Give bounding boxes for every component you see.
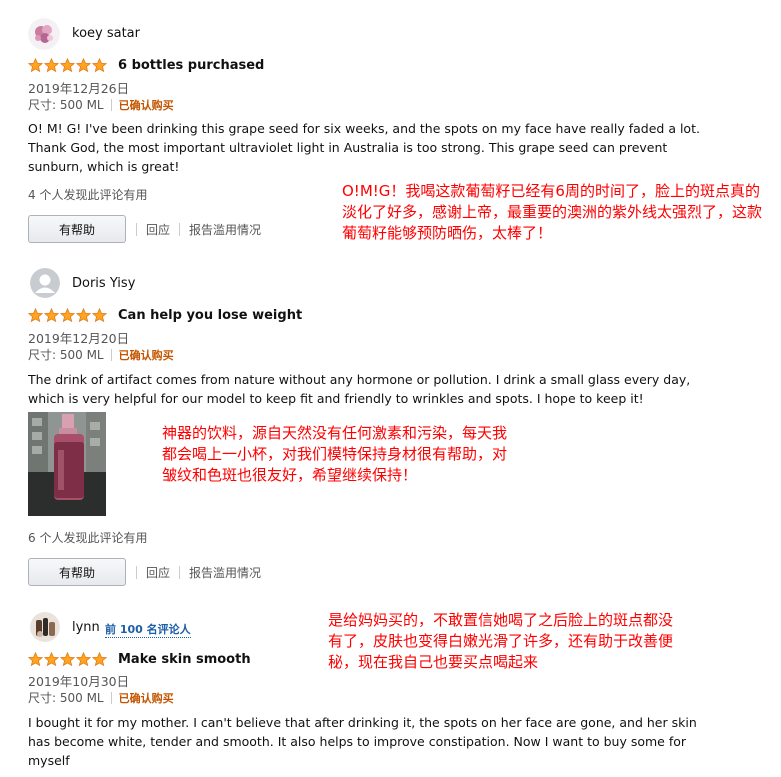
review-meta: 尺寸: 500 ML 已确认购买 — [28, 96, 174, 113]
comment-link[interactable]: 回应 — [146, 564, 170, 581]
flower-avatar-icon — [28, 18, 60, 50]
review-text: O! M! G! I've been drinking this grape s… — [28, 121, 700, 174]
helpful-button[interactable]: 有帮助 — [28, 215, 126, 243]
helpful-count: 6 个人发现此评论有用 — [28, 531, 148, 545]
review-text: The drink of artifact comes from nature … — [28, 372, 691, 406]
star-icon — [60, 652, 75, 667]
star-icon — [44, 58, 59, 73]
review-title[interactable]: Can help you lose weight — [118, 308, 302, 323]
translation-annotation: O!M!G！我喝这款葡萄籽已经有6周的时间了，脸上的斑点真的淡化了好多，感谢上帝… — [342, 182, 763, 242]
translation-annotation: 神器的饮料，源自天然没有任何激素和污染，每天我都会喝上一小杯，对我们模特保持身材… — [162, 424, 508, 484]
avatar[interactable] — [30, 268, 60, 298]
divider — [179, 223, 181, 236]
divider — [179, 566, 181, 579]
bottle-avatar-icon — [30, 612, 60, 642]
divider — [110, 98, 112, 111]
star-rating[interactable] — [28, 58, 107, 73]
translation-annotation: 是给妈妈买的，不敢置信她喝了之后脸上的斑点都没有了，皮肤也变得白嫩光滑了许多，还… — [328, 611, 674, 671]
star-icon — [28, 308, 43, 323]
review-actions: 回应 报告滥用情况 — [136, 221, 261, 238]
reviewer-name[interactable]: lynn — [72, 620, 100, 635]
size-label[interactable]: 尺寸: 500 ML — [28, 346, 104, 363]
review-photo[interactable] — [28, 412, 106, 516]
divider — [110, 691, 112, 704]
star-icon — [60, 308, 75, 323]
divider — [110, 348, 112, 361]
star-icon — [28, 58, 43, 73]
report-abuse-link[interactable]: 报告滥用情况 — [189, 564, 261, 581]
star-icon — [92, 652, 107, 667]
star-rating[interactable] — [28, 308, 107, 323]
avatar[interactable] — [30, 612, 60, 642]
reviewer-name[interactable]: Doris Yisy — [72, 276, 135, 291]
review-meta: 尺寸: 500 ML 已确认购买 — [28, 689, 174, 706]
star-icon — [44, 652, 59, 667]
star-icon — [44, 308, 59, 323]
verified-purchase-badge: 已确认购买 — [118, 348, 174, 362]
review-date: 2019年12月20日 — [28, 331, 130, 346]
review-text: I bought it for my mother. I can't belie… — [28, 715, 697, 768]
star-icon — [76, 308, 91, 323]
product-photo-image — [28, 412, 106, 516]
review-date: 2019年12月26日 — [28, 81, 130, 96]
reviewer-name[interactable]: koey satar — [72, 26, 140, 41]
star-icon — [76, 58, 91, 73]
verified-purchase-badge: 已确认购买 — [118, 691, 174, 705]
star-icon — [92, 308, 107, 323]
avatar[interactable] — [28, 18, 60, 50]
review-meta: 尺寸: 500 ML 已确认购买 — [28, 346, 174, 363]
review-title[interactable]: Make skin smooth — [118, 652, 251, 667]
star-icon — [60, 58, 75, 73]
size-label[interactable]: 尺寸: 500 ML — [28, 689, 104, 706]
helpful-button[interactable]: 有帮助 — [28, 558, 126, 586]
divider — [136, 223, 137, 236]
helpful-count: 4 个人发现此评论有用 — [28, 188, 148, 202]
star-icon — [28, 652, 43, 667]
verified-purchase-badge: 已确认购买 — [118, 98, 174, 112]
size-label[interactable]: 尺寸: 500 ML — [28, 96, 104, 113]
default-user-icon — [30, 268, 60, 298]
star-rating[interactable] — [28, 652, 107, 667]
top-reviewer-badge[interactable]: 前 100 名评论人 — [105, 621, 191, 638]
star-icon — [76, 652, 91, 667]
review-actions: 回应 报告滥用情况 — [136, 564, 261, 581]
review-date: 2019年10月30日 — [28, 674, 130, 689]
star-icon — [92, 58, 107, 73]
divider — [136, 566, 137, 579]
review-title[interactable]: 6 bottles purchased — [118, 58, 264, 73]
report-abuse-link[interactable]: 报告滥用情况 — [189, 221, 261, 238]
comment-link[interactable]: 回应 — [146, 221, 170, 238]
